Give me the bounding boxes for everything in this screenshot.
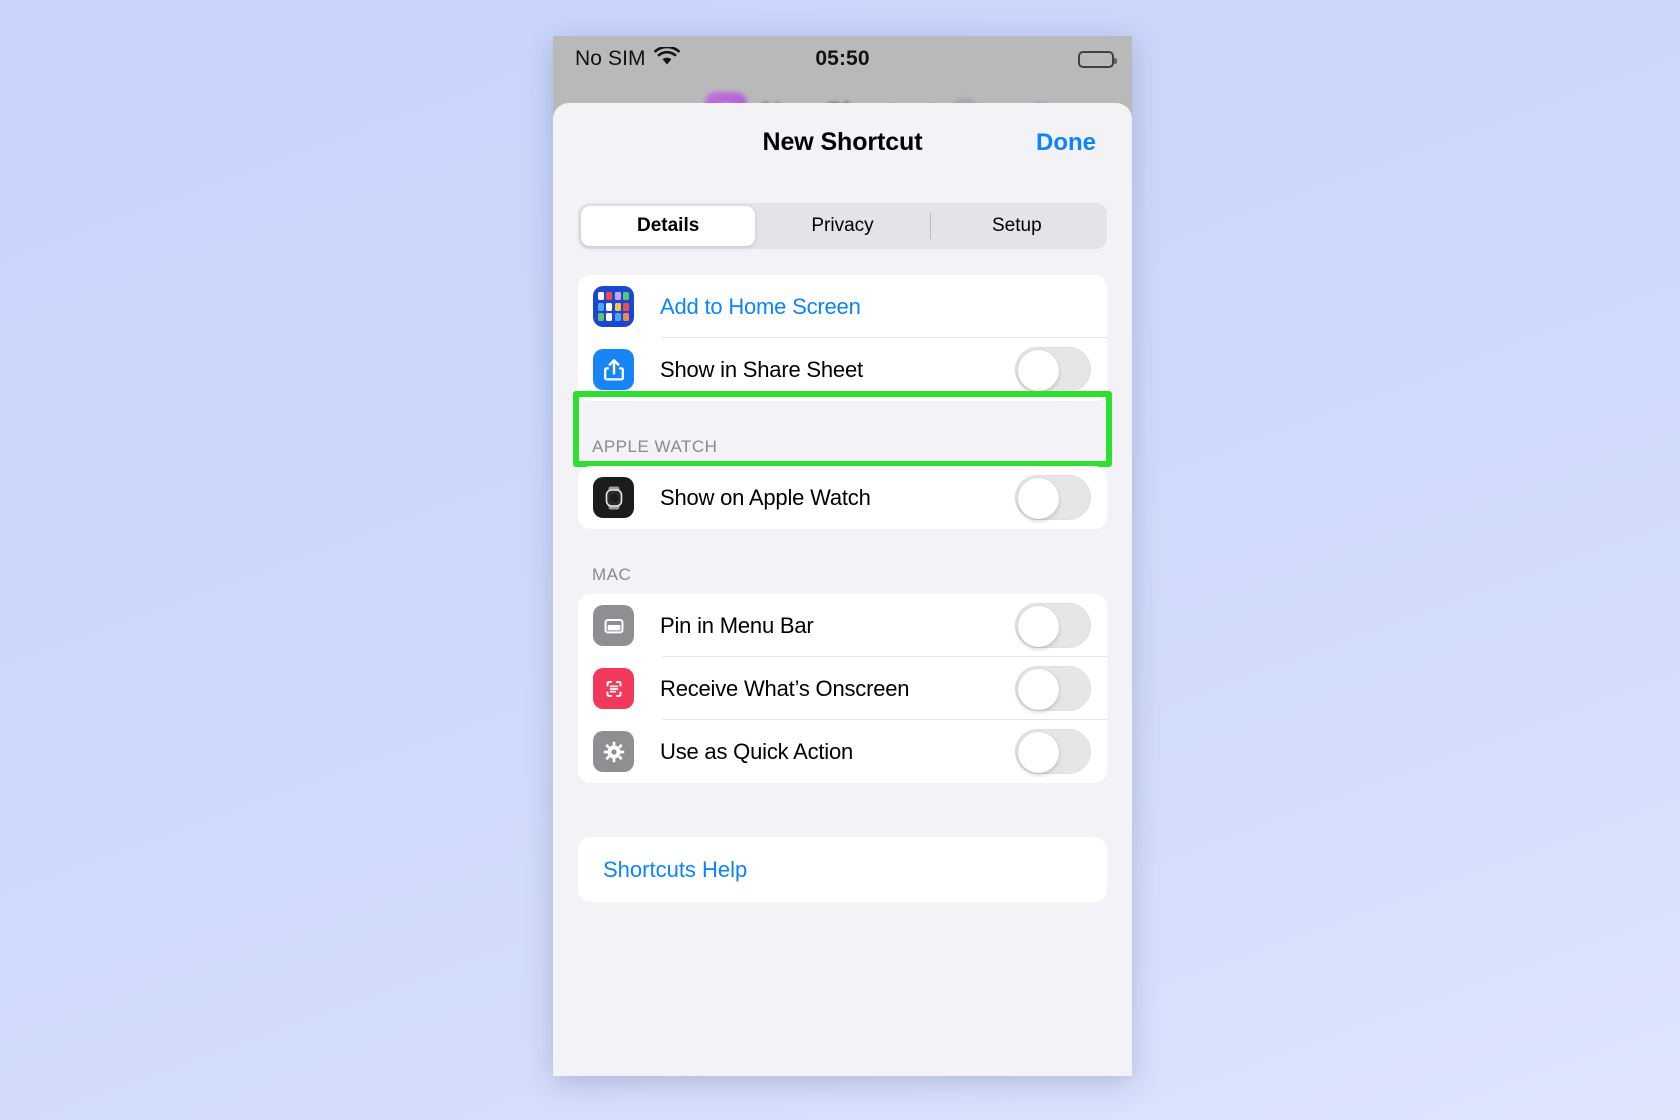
shortcuts-help-link[interactable]: Shortcuts Help (578, 837, 1107, 902)
row-add-to-home-screen[interactable]: Add to Home Screen (578, 275, 1107, 338)
toggle-knob (1018, 350, 1059, 391)
row-label-pin-in-menu-bar: Pin in Menu Bar (660, 612, 814, 638)
toggle-knob (1018, 732, 1059, 773)
tab-setup[interactable]: Setup (930, 206, 1104, 246)
row-label-show-on-apple-watch: Show on Apple Watch (660, 484, 871, 510)
section-header-apple-watch: APPLE WATCH (592, 437, 718, 456)
status-bar-clock: 05:50 (815, 47, 870, 70)
toggle-knob (1018, 478, 1059, 519)
page-title: New Shortcut (762, 128, 923, 156)
row-label-add-to-home-screen: Add to Home Screen (660, 293, 861, 319)
section-header-mac: MAC (592, 565, 632, 584)
row-show-on-apple-watch[interactable]: Show on Apple Watch (578, 466, 1107, 529)
share-sheet-icon (593, 349, 634, 390)
toggle-use-as-quick-action[interactable] (1015, 729, 1091, 774)
tab-privacy[interactable]: Privacy (755, 206, 929, 246)
group-general: Add to Home Screen Show in Share Sheet (578, 275, 1107, 401)
toggle-knob (1018, 669, 1059, 710)
row-receive-whats-onscreen[interactable]: Receive What’s Onscreen (578, 657, 1107, 720)
apple-watch-icon (593, 477, 634, 518)
done-button[interactable]: Done (1036, 129, 1096, 157)
row-label-show-in-share-sheet: Show in Share Sheet (660, 356, 863, 382)
group-mac: Pin in Menu Bar Receive What’s Onscreen … (578, 594, 1107, 783)
row-label-receive-whats-onscreen: Receive What’s Onscreen (660, 675, 910, 701)
toggle-show-in-share-sheet[interactable] (1015, 347, 1091, 392)
toggle-receive-whats-onscreen[interactable] (1015, 666, 1091, 711)
status-bar-right (1078, 50, 1117, 68)
status-bar: No SIM 05:50 (553, 36, 1132, 82)
tab-details[interactable]: Details (581, 206, 756, 246)
menu-bar-window-icon (593, 605, 634, 646)
tab-segmented-control[interactable]: Details Privacy Setup (578, 203, 1107, 249)
new-shortcut-sheet: New Shortcut Done Details Privacy Setup (553, 103, 1132, 1076)
onscreen-scan-icon (593, 668, 634, 709)
home-screen-grid-icon (593, 286, 634, 327)
row-use-as-quick-action[interactable]: Use as Quick Action (578, 720, 1107, 783)
group-help: Shortcuts Help (578, 837, 1107, 902)
sheet-header: New Shortcut Done (553, 103, 1132, 182)
gear-icon (593, 731, 634, 772)
toggle-pin-in-menu-bar[interactable] (1015, 603, 1091, 648)
home-screen-grid (598, 292, 629, 321)
group-apple-watch: Show on Apple Watch (578, 466, 1107, 529)
battery-icon (1078, 50, 1117, 68)
phone-screenshot: No SIM 05:50 New Shortcut Done Details P… (553, 36, 1132, 1076)
page-backdrop: No SIM 05:50 New Shortcut Done Details P… (0, 0, 1680, 1120)
toggle-knob (1018, 606, 1059, 647)
toggle-show-on-apple-watch[interactable] (1015, 475, 1091, 520)
row-show-in-share-sheet[interactable]: Show in Share Sheet (578, 338, 1107, 401)
row-label-use-as-quick-action: Use as Quick Action (660, 738, 854, 764)
row-pin-in-menu-bar[interactable]: Pin in Menu Bar (578, 594, 1107, 657)
